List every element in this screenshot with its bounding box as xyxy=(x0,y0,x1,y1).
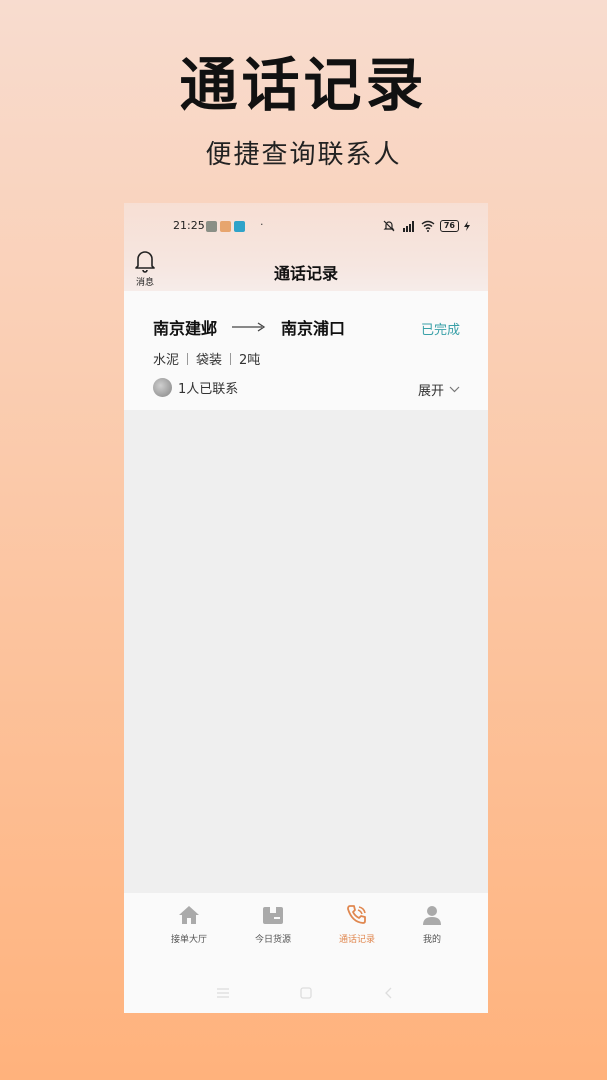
home-icon xyxy=(179,906,199,924)
tab-today-cargo[interactable]: 今日货源 xyxy=(238,903,308,945)
tab-call-records[interactable]: 通话记录 xyxy=(322,903,392,945)
chevron-down-icon xyxy=(449,386,460,393)
promo-headline: 通话记录 xyxy=(179,51,428,119)
top-area: 21:25 · 76 消息 通话记录 xyxy=(124,203,488,291)
expand-button[interactable]: 展开 xyxy=(418,380,460,399)
mute-bell-icon xyxy=(383,220,395,232)
route: 南京建邺 南京浦口 xyxy=(153,316,345,338)
bottom-area: 接单大厅 今日货源 通话记录 我的 xyxy=(124,893,488,1013)
system-nav-bar xyxy=(124,987,488,1001)
user-icon xyxy=(423,906,441,925)
phone-call-icon xyxy=(347,905,366,924)
phone-screen: 21:25 · 76 消息 通话记录 南京建邺 南京浦口 已完成 水泥 袋装 2… xyxy=(124,203,488,1013)
tab-bar: 接单大厅 今日货源 通话记录 我的 xyxy=(124,903,488,951)
app-notification-icon xyxy=(206,221,217,232)
divider xyxy=(230,352,232,365)
tab-label: 我的 xyxy=(422,935,441,945)
status-bar: 21:25 · 76 xyxy=(124,218,488,235)
contacts-count: 1人已联系 xyxy=(178,382,239,397)
app-notification-icon xyxy=(220,221,231,232)
divider xyxy=(187,352,189,365)
status-time: 21:25 xyxy=(173,219,205,232)
nav-header: 消息 通话记录 xyxy=(124,249,488,291)
expand-label: 展开 xyxy=(417,384,444,399)
goods-weight: 2吨 xyxy=(239,353,261,368)
goods-info: 水泥 袋装 2吨 xyxy=(153,349,260,368)
contacts-summary: 1人已联系 xyxy=(153,378,238,397)
page-title: 通话记录 xyxy=(273,264,338,283)
avatar xyxy=(153,378,172,397)
status-dot: · xyxy=(260,218,264,231)
wifi-icon xyxy=(421,220,435,232)
goods-type: 水泥 xyxy=(153,353,180,368)
tab-order-hall[interactable]: 接单大厅 xyxy=(154,903,224,945)
hd-signal-icon xyxy=(402,221,414,232)
cargo-box-icon xyxy=(263,907,283,924)
call-record-card[interactable]: 南京建邺 南京浦口 已完成 水泥 袋装 2吨 1人已联系 展开 xyxy=(124,291,488,410)
tab-label: 接单大厅 xyxy=(170,935,207,945)
tab-label: 今日货源 xyxy=(254,935,291,945)
status-app-icons xyxy=(206,221,245,232)
battery-icon: 76 xyxy=(439,220,459,232)
charging-icon xyxy=(464,221,470,231)
arrow-right-icon xyxy=(232,322,266,332)
destination-city: 南京浦口 xyxy=(281,319,346,338)
tab-label: 通话记录 xyxy=(338,935,375,945)
back-icon[interactable] xyxy=(384,987,394,999)
status-indicators: 76 xyxy=(383,220,470,232)
status-badge: 已完成 xyxy=(420,323,460,338)
app-notification-icon xyxy=(234,221,245,232)
tab-mine[interactable]: 我的 xyxy=(397,903,467,945)
origin-city: 南京建邺 xyxy=(153,319,218,338)
goods-packaging: 袋装 xyxy=(196,353,223,368)
menu-icon[interactable] xyxy=(216,987,230,999)
promo-subline: 便捷查询联系人 xyxy=(205,140,402,170)
home-square-icon[interactable] xyxy=(299,987,313,999)
